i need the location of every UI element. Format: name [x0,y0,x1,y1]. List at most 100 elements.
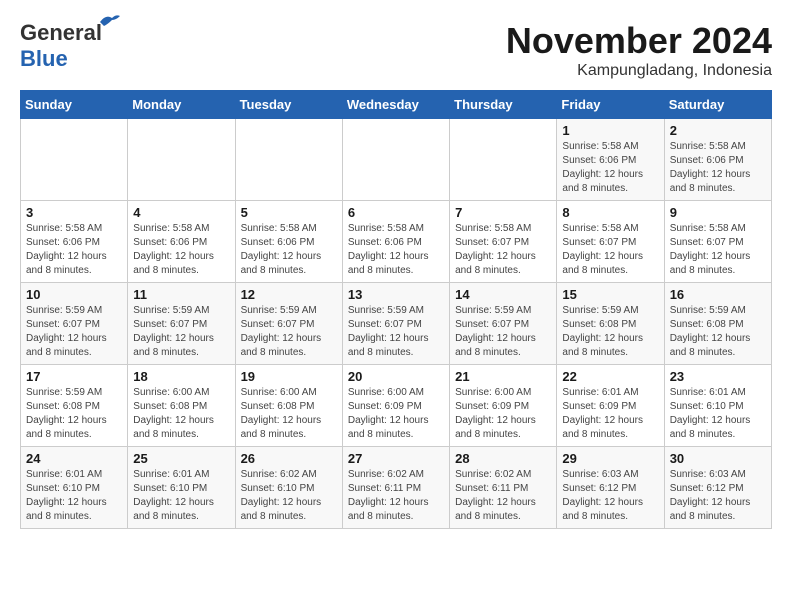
day-number: 18 [133,369,229,384]
day-number: 28 [455,451,551,466]
location-subtitle: Kampungladang, Indonesia [506,62,772,80]
calendar-cell [450,119,557,201]
calendar-cell: 15 Sunrise: 5:59 AMSunset: 6:08 PMDaylig… [557,283,664,365]
calendar-cell: 3 Sunrise: 5:58 AMSunset: 6:06 PMDayligh… [21,201,128,283]
calendar-cell: 8 Sunrise: 5:58 AMSunset: 6:07 PMDayligh… [557,201,664,283]
title-block: November 2024 Kampungladang, Indonesia [506,20,772,80]
day-info: Sunrise: 6:01 AMSunset: 6:10 PMDaylight:… [26,468,122,524]
logo-general-text: General [20,20,102,45]
day-number: 7 [455,205,551,220]
day-number: 6 [348,205,444,220]
calendar-cell: 19 Sunrise: 6:00 AMSunset: 6:08 PMDaylig… [235,365,342,447]
day-info: Sunrise: 5:58 AMSunset: 6:07 PMDaylight:… [455,222,551,278]
day-info: Sunrise: 5:59 AMSunset: 6:07 PMDaylight:… [455,304,551,360]
calendar-cell: 23 Sunrise: 6:01 AMSunset: 6:10 PMDaylig… [664,365,771,447]
day-number: 13 [348,287,444,302]
day-info: Sunrise: 5:59 AMSunset: 6:08 PMDaylight:… [562,304,658,360]
day-info: Sunrise: 5:59 AMSunset: 6:07 PMDaylight:… [133,304,229,360]
weekday-header-tuesday: Tuesday [235,91,342,119]
day-info: Sunrise: 5:59 AMSunset: 6:08 PMDaylight:… [26,386,122,442]
calendar-cell: 20 Sunrise: 6:00 AMSunset: 6:09 PMDaylig… [342,365,449,447]
day-number: 19 [241,369,337,384]
day-number: 20 [348,369,444,384]
day-number: 26 [241,451,337,466]
calendar-cell: 4 Sunrise: 5:58 AMSunset: 6:06 PMDayligh… [128,201,235,283]
day-number: 5 [241,205,337,220]
calendar-cell: 9 Sunrise: 5:58 AMSunset: 6:07 PMDayligh… [664,201,771,283]
calendar-cell: 14 Sunrise: 5:59 AMSunset: 6:07 PMDaylig… [450,283,557,365]
day-number: 29 [562,451,658,466]
day-number: 16 [670,287,766,302]
day-info: Sunrise: 6:02 AMSunset: 6:11 PMDaylight:… [455,468,551,524]
day-number: 25 [133,451,229,466]
calendar-cell: 28 Sunrise: 6:02 AMSunset: 6:11 PMDaylig… [450,447,557,529]
calendar-cell: 17 Sunrise: 5:59 AMSunset: 6:08 PMDaylig… [21,365,128,447]
logo-blue-text: Blue [20,46,68,71]
day-info: Sunrise: 5:58 AMSunset: 6:06 PMDaylight:… [241,222,337,278]
day-info: Sunrise: 6:00 AMSunset: 6:08 PMDaylight:… [133,386,229,442]
calendar-cell [128,119,235,201]
logo: General Blue [20,20,102,72]
day-number: 1 [562,123,658,138]
calendar-cell: 25 Sunrise: 6:01 AMSunset: 6:10 PMDaylig… [128,447,235,529]
logo-bird-icon [98,12,120,30]
day-info: Sunrise: 6:02 AMSunset: 6:10 PMDaylight:… [241,468,337,524]
day-number: 3 [26,205,122,220]
day-info: Sunrise: 6:01 AMSunset: 6:10 PMDaylight:… [670,386,766,442]
calendar-cell: 27 Sunrise: 6:02 AMSunset: 6:11 PMDaylig… [342,447,449,529]
day-number: 24 [26,451,122,466]
calendar-cell: 22 Sunrise: 6:01 AMSunset: 6:09 PMDaylig… [557,365,664,447]
day-info: Sunrise: 5:59 AMSunset: 6:07 PMDaylight:… [241,304,337,360]
weekday-header-saturday: Saturday [664,91,771,119]
weekday-header-monday: Monday [128,91,235,119]
calendar-cell: 13 Sunrise: 5:59 AMSunset: 6:07 PMDaylig… [342,283,449,365]
calendar-cell: 24 Sunrise: 6:01 AMSunset: 6:10 PMDaylig… [21,447,128,529]
day-number: 11 [133,287,229,302]
day-info: Sunrise: 5:59 AMSunset: 6:07 PMDaylight:… [26,304,122,360]
calendar-cell [21,119,128,201]
day-number: 4 [133,205,229,220]
day-number: 9 [670,205,766,220]
page-header: General Blue November 2024 Kampungladang… [20,20,772,80]
calendar-cell: 5 Sunrise: 5:58 AMSunset: 6:06 PMDayligh… [235,201,342,283]
calendar-week-5: 24 Sunrise: 6:01 AMSunset: 6:10 PMDaylig… [21,447,772,529]
calendar-cell: 1 Sunrise: 5:58 AMSunset: 6:06 PMDayligh… [557,119,664,201]
day-info: Sunrise: 6:02 AMSunset: 6:11 PMDaylight:… [348,468,444,524]
day-info: Sunrise: 6:00 AMSunset: 6:09 PMDaylight:… [348,386,444,442]
day-info: Sunrise: 6:01 AMSunset: 6:09 PMDaylight:… [562,386,658,442]
weekday-header-sunday: Sunday [21,91,128,119]
day-info: Sunrise: 5:58 AMSunset: 6:06 PMDaylight:… [348,222,444,278]
weekday-header-wednesday: Wednesday [342,91,449,119]
day-number: 15 [562,287,658,302]
calendar-cell: 29 Sunrise: 6:03 AMSunset: 6:12 PMDaylig… [557,447,664,529]
weekday-header-row: SundayMondayTuesdayWednesdayThursdayFrid… [21,91,772,119]
month-title: November 2024 [506,20,772,62]
day-number: 22 [562,369,658,384]
calendar-week-4: 17 Sunrise: 5:59 AMSunset: 6:08 PMDaylig… [21,365,772,447]
day-info: Sunrise: 6:01 AMSunset: 6:10 PMDaylight:… [133,468,229,524]
calendar-cell: 6 Sunrise: 5:58 AMSunset: 6:06 PMDayligh… [342,201,449,283]
day-number: 23 [670,369,766,384]
day-number: 2 [670,123,766,138]
day-number: 27 [348,451,444,466]
day-info: Sunrise: 5:59 AMSunset: 6:08 PMDaylight:… [670,304,766,360]
calendar-cell: 30 Sunrise: 6:03 AMSunset: 6:12 PMDaylig… [664,447,771,529]
day-number: 21 [455,369,551,384]
calendar-cell: 18 Sunrise: 6:00 AMSunset: 6:08 PMDaylig… [128,365,235,447]
day-number: 30 [670,451,766,466]
calendar-cell [342,119,449,201]
day-number: 8 [562,205,658,220]
day-number: 10 [26,287,122,302]
calendar-cell: 7 Sunrise: 5:58 AMSunset: 6:07 PMDayligh… [450,201,557,283]
day-number: 17 [26,369,122,384]
calendar-cell: 16 Sunrise: 5:59 AMSunset: 6:08 PMDaylig… [664,283,771,365]
weekday-header-thursday: Thursday [450,91,557,119]
day-info: Sunrise: 6:00 AMSunset: 6:09 PMDaylight:… [455,386,551,442]
calendar-week-2: 3 Sunrise: 5:58 AMSunset: 6:06 PMDayligh… [21,201,772,283]
calendar-week-3: 10 Sunrise: 5:59 AMSunset: 6:07 PMDaylig… [21,283,772,365]
day-info: Sunrise: 6:03 AMSunset: 6:12 PMDaylight:… [670,468,766,524]
calendar-cell: 21 Sunrise: 6:00 AMSunset: 6:09 PMDaylig… [450,365,557,447]
day-number: 14 [455,287,551,302]
calendar-cell: 10 Sunrise: 5:59 AMSunset: 6:07 PMDaylig… [21,283,128,365]
day-info: Sunrise: 6:00 AMSunset: 6:08 PMDaylight:… [241,386,337,442]
